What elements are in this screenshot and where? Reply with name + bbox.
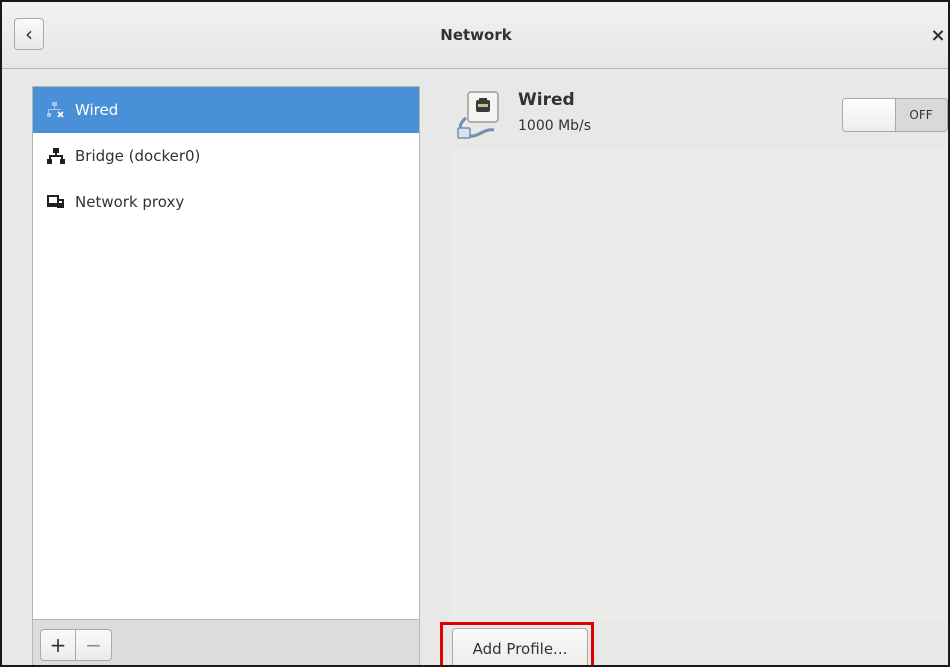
header-bar: ‹ Network × — [2, 2, 948, 69]
close-icon: × — [930, 24, 946, 46]
switch-state-label: OFF — [909, 108, 933, 122]
chevron-left-icon: ‹ — [25, 22, 33, 46]
device-speed: 1000 Mb/s — [518, 118, 592, 134]
plus-icon: + — [49, 633, 67, 657]
switch-slider[interactable] — [843, 99, 896, 131]
device-details-area — [450, 150, 948, 620]
ethernet-cable-icon — [454, 88, 512, 146]
add-connection-button[interactable]: + — [40, 629, 76, 661]
device-power-switch[interactable]: OFF — [842, 98, 948, 132]
close-button[interactable]: × — [926, 20, 948, 50]
sidebar-item-label: Bridge (docker0) — [75, 147, 201, 165]
sidebar-item-label: Network proxy — [75, 193, 185, 211]
sidebar: Wired Bridge (docker0) Network proxy + − — [32, 86, 420, 665]
back-button[interactable]: ‹ — [14, 18, 44, 50]
network-bridge-icon — [47, 147, 65, 165]
network-settings-window: ‹ Network × Wired Bridge (docker0) Netwo… — [0, 0, 950, 667]
network-wired-disconnected-icon — [47, 101, 65, 119]
device-name: Wired — [518, 90, 575, 110]
sidebar-item-bridge[interactable]: Bridge (docker0) — [33, 133, 419, 179]
sidebar-toolbar: + − — [33, 619, 419, 665]
window-title: Network — [440, 26, 512, 44]
device-list: Wired Bridge (docker0) Network proxy — [33, 87, 419, 225]
remove-connection-button[interactable]: − — [76, 629, 112, 661]
sidebar-item-network-proxy[interactable]: Network proxy — [33, 179, 419, 225]
highlight-box — [440, 622, 594, 665]
minus-icon: − — [85, 633, 102, 657]
sidebar-item-label: Wired — [75, 101, 119, 119]
network-proxy-icon — [47, 193, 65, 211]
sidebar-item-wired[interactable]: Wired — [33, 87, 419, 133]
